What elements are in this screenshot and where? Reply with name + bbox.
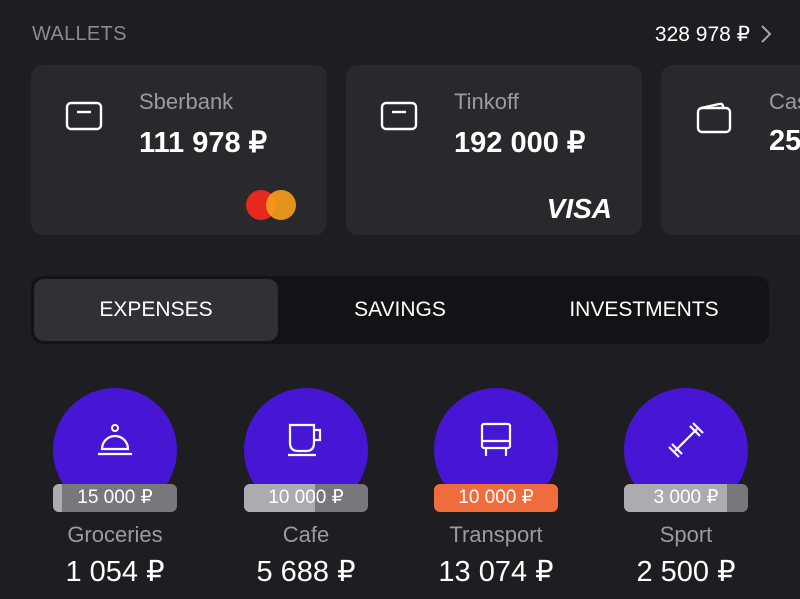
mastercard-logo-icon <box>246 190 296 220</box>
wallet-card-cash[interactable]: Cas 25 <box>661 65 800 235</box>
wallet-name: Tinkoff <box>454 89 519 114</box>
tab-investments[interactable]: INVESTMENTS <box>522 279 766 341</box>
total-balance: 328 978 ₽ <box>654 22 750 46</box>
wallet-card-sberbank[interactable]: Sberbank 111 978 ₽ <box>31 65 327 235</box>
cup-icon <box>288 423 322 457</box>
budget-progress: 15 000 ₽ <box>53 484 177 512</box>
budget-limit: 15 000 ₽ <box>77 487 153 508</box>
wallet-carousel[interactable]: Sberbank 111 978 ₽ Tinkoff 192 000 ₽ VIS… <box>31 65 800 235</box>
category-name: Groceries <box>67 522 163 547</box>
wallet-name: Cas <box>769 89 800 114</box>
cloche-icon <box>98 424 132 456</box>
tab-savings[interactable]: SAVINGS <box>278 279 522 341</box>
category-name: Transport <box>449 522 543 547</box>
budget-progress: 3 000 ₽ <box>624 484 748 512</box>
wallet-balance: 111 978 ₽ <box>139 127 268 159</box>
wallet-balance: 25 <box>769 125 800 157</box>
card-icon <box>65 101 103 131</box>
section-title: WALLETS <box>32 22 127 45</box>
category-name: Sport <box>659 522 713 547</box>
card-icon <box>380 101 418 131</box>
visa-logo: VISA <box>546 193 612 224</box>
budget-progress: 10 000 ₽ <box>434 484 558 512</box>
wallet-icon <box>696 102 732 134</box>
budget-limit: 10 000 ₽ <box>458 487 534 508</box>
bus-icon <box>480 422 512 456</box>
wallets-header: WALLETS 328 978 ₽ <box>32 20 772 48</box>
category-amount: 2 500 ₽ <box>636 556 736 588</box>
wallet-balance: 192 000 ₽ <box>454 127 586 159</box>
budget-limit: 10 000 ₽ <box>268 487 344 508</box>
total-balance-link[interactable]: 328 978 ₽ <box>655 22 772 47</box>
wallet-name: Sberbank <box>139 89 234 114</box>
chevron-right-icon <box>761 25 772 43</box>
wallet-card-tinkoff[interactable]: Tinkoff 192 000 ₽ VISA <box>346 65 642 235</box>
budget-progress: 10 000 ₽ <box>244 484 368 512</box>
tab-bar: EXPENSES SAVINGS INVESTMENTS <box>31 276 769 344</box>
tab-expenses[interactable]: EXPENSES <box>34 279 278 341</box>
category-amount: 1 054 ₽ <box>65 556 165 588</box>
category-name: Cafe <box>282 522 330 547</box>
category-amount: 13 074 ₽ <box>438 556 554 588</box>
category-amount: 5 688 ₽ <box>256 556 356 588</box>
dumbbell-icon <box>668 422 704 458</box>
budget-limit: 3 000 ₽ <box>653 487 719 508</box>
